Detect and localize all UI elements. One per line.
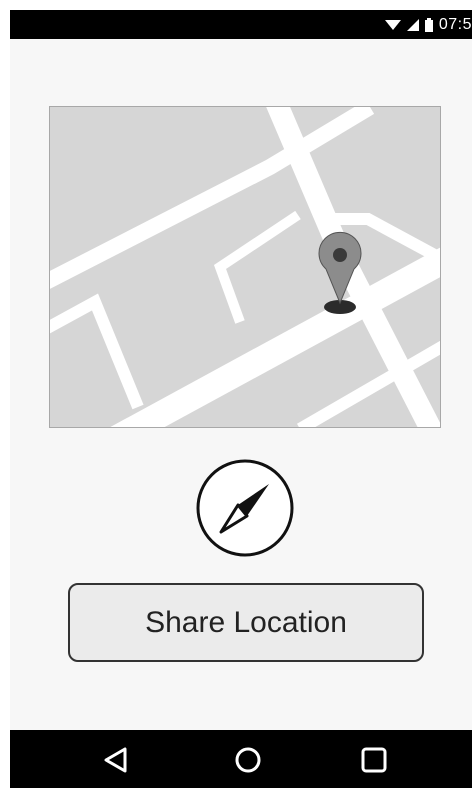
back-button[interactable] bbox=[85, 730, 145, 788]
wifi-icon bbox=[384, 19, 401, 30]
share-location-button[interactable]: Share Location bbox=[68, 583, 424, 662]
home-button[interactable] bbox=[218, 730, 278, 788]
compass-icon bbox=[196, 459, 294, 557]
map-road-left bbox=[50, 293, 144, 410]
status-icons: 07:5 bbox=[384, 10, 472, 39]
navigation-bar bbox=[10, 730, 472, 788]
back-icon bbox=[104, 747, 127, 773]
battery-icon bbox=[424, 17, 433, 32]
status-bar: 07:5 bbox=[10, 10, 472, 39]
phone-screen: 07:5 Share Location bbox=[10, 10, 472, 788]
recents-icon bbox=[361, 747, 387, 773]
map-road-loop bbox=[213, 210, 301, 324]
compass-button[interactable] bbox=[195, 458, 295, 558]
map-view[interactable] bbox=[49, 106, 441, 428]
recents-button[interactable] bbox=[344, 730, 404, 788]
status-time: 07:5 bbox=[438, 15, 472, 33]
map-roads bbox=[50, 107, 440, 427]
signal-icon bbox=[406, 18, 419, 31]
home-icon bbox=[235, 747, 261, 773]
share-location-label: Share Location bbox=[145, 605, 347, 639]
